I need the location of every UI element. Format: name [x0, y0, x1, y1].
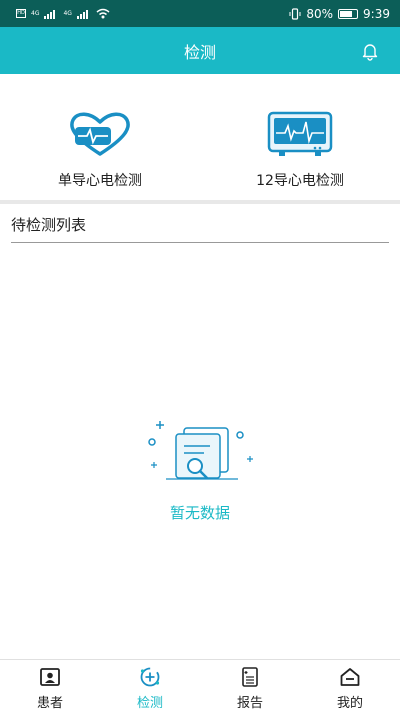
heart-ecg-icon	[70, 112, 130, 156]
status-right: 80% 9:39	[289, 7, 390, 21]
tab-mine[interactable]: 我的	[300, 660, 400, 711]
empty-state-text: 暂无数据	[169, 504, 230, 522]
tab-mine-label: 我的	[336, 696, 363, 711]
battery-percent: 80%	[306, 6, 334, 21]
pending-list-title: 待检测列表	[11, 216, 87, 234]
signal2-icon	[76, 9, 88, 19]
app-bar: 检测	[0, 27, 400, 74]
detect-icon	[140, 667, 160, 687]
ecg-monitor-icon	[267, 111, 333, 156]
sim1-icon: HD	[16, 9, 26, 18]
tab-patient[interactable]: 患者	[0, 660, 100, 711]
status-left: HD 4G 4G	[16, 8, 110, 19]
tab-detect-label: 检测	[136, 696, 163, 711]
single-lead-ecg-label: 单导心电检测	[58, 173, 142, 189]
page-title: 检测	[183, 42, 216, 62]
tab-report[interactable]: 报告	[200, 660, 300, 711]
section-divider	[0, 200, 400, 204]
bell-icon[interactable]	[360, 41, 380, 61]
empty-state: 暂无数据	[0, 418, 400, 523]
vibrate-icon	[289, 7, 301, 20]
tab-detect[interactable]: 检测	[100, 660, 200, 711]
network2-label: 4G	[63, 10, 72, 17]
wifi-icon	[96, 8, 110, 19]
pending-list-underline	[11, 242, 389, 243]
twelve-lead-ecg-button[interactable]: 12导心电检测	[200, 74, 400, 200]
report-icon	[242, 667, 258, 687]
device-options: 单导心电检测 12导心电检测	[0, 74, 400, 200]
twelve-lead-ecg-label: 12导心电检测	[256, 173, 344, 189]
patient-icon	[40, 668, 60, 686]
single-lead-ecg-button[interactable]: 单导心电检测	[0, 74, 200, 200]
home-icon	[340, 668, 360, 686]
network1-label: 4G	[31, 10, 40, 17]
signal1-icon	[44, 9, 56, 19]
tab-patient-label: 患者	[36, 696, 63, 711]
empty-document-icon	[148, 421, 253, 480]
bottom-tab-bar: 患者 检测 报告 我的	[0, 659, 400, 711]
battery-fill	[340, 10, 353, 17]
status-bar: HD 4G 4G 80% 9:39	[0, 0, 400, 27]
clock: 9:39	[363, 6, 390, 21]
tab-report-label: 报告	[236, 696, 263, 711]
battery-icon	[338, 8, 359, 19]
